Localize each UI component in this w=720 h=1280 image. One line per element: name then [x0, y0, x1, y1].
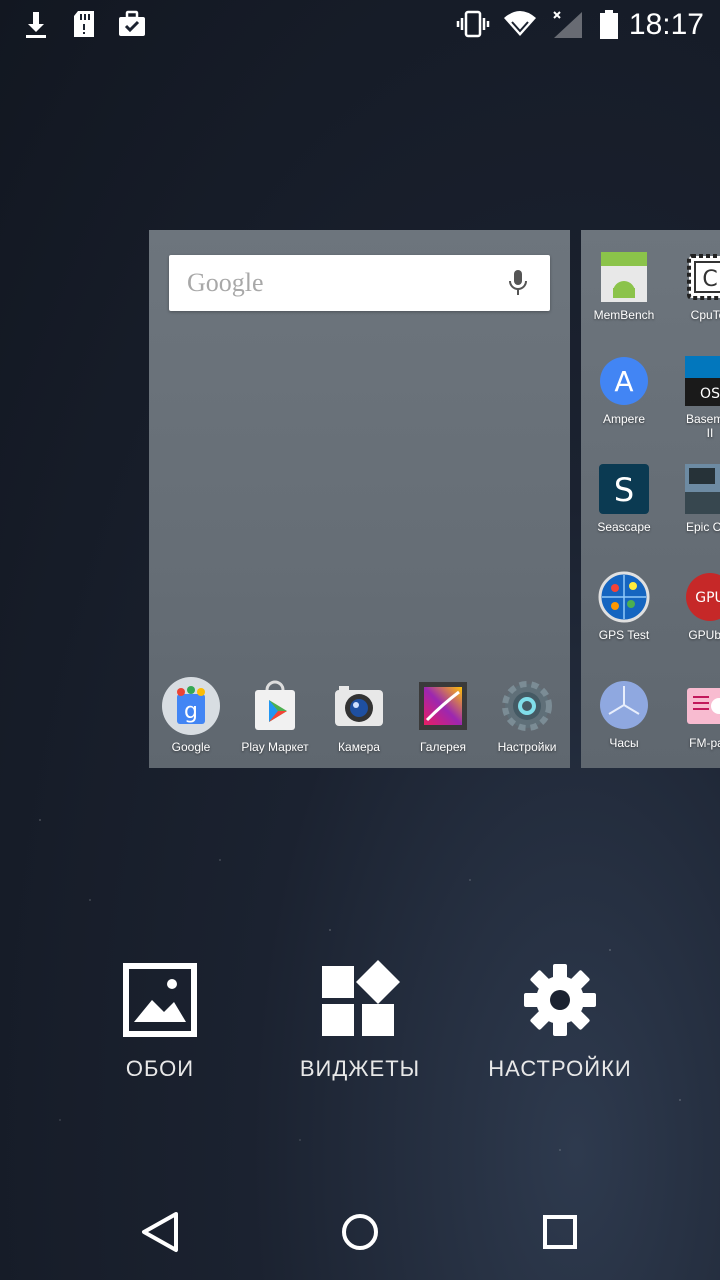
app-gps-test[interactable]: GPS Test	[581, 570, 667, 642]
widgets-label: ВИДЖЕТЫ	[299, 1056, 421, 1081]
home-icon[interactable]	[330, 1202, 390, 1262]
app-label: Часы	[609, 736, 639, 750]
status-bar: 18:17	[0, 0, 720, 50]
settings-icon	[497, 676, 557, 736]
widgets-option[interactable]: ВИДЖЕТЫ	[260, 960, 460, 1082]
app-membench[interactable]: MemBench	[581, 250, 667, 322]
dock-item-google[interactable]: g Google	[149, 670, 233, 754]
settings-option[interactable]: НАСТРОЙКИ	[460, 960, 660, 1082]
widgets-icon	[320, 960, 400, 1040]
clock-icon	[597, 678, 651, 732]
gps-test-icon	[597, 570, 651, 624]
app-clock[interactable]: Часы	[581, 678, 667, 750]
vibrate-icon	[456, 10, 490, 38]
gpubench-icon: GPU	[683, 570, 720, 624]
search-placeholder: Google	[187, 268, 264, 297]
app-label: Epic Cita	[685, 520, 720, 534]
wallpapers-label: ОБОИ	[125, 1056, 195, 1081]
settings-label: НАСТРОЙКИ	[488, 1056, 632, 1081]
download-icon	[26, 12, 46, 38]
app-label: Ampere	[602, 412, 646, 426]
dock-label: Настройки	[497, 740, 557, 754]
microphone-icon[interactable]	[508, 269, 528, 297]
dock-label: Play Маркет	[241, 740, 309, 754]
svg-text:OS: OS	[700, 386, 720, 402]
google-search-bar[interactable]: Google	[169, 255, 550, 311]
dock-item-play-store[interactable]: Play Маркет	[233, 670, 317, 754]
signal-icon	[553, 11, 582, 38]
apps-page-preview[interactable]: MemBench C CpuTer A Ampere OS Basem	[581, 230, 720, 768]
svg-text:C: C	[702, 267, 717, 292]
wifi-icon	[504, 11, 536, 36]
app-label: GPS Test	[598, 628, 650, 642]
gallery-icon	[413, 676, 473, 736]
svg-text:g: g	[184, 699, 198, 724]
sd-card-icon	[74, 11, 94, 37]
home-page-preview[interactable]: Google g Google Play Маркет Камера Галер…	[149, 230, 570, 768]
dock-item-gallery[interactable]: Галерея	[401, 670, 485, 754]
navigation-bar	[0, 1184, 720, 1280]
camera-icon	[329, 676, 389, 736]
app-epic-citadel[interactable]: Epic Cita	[667, 462, 720, 534]
wallpapers-option[interactable]: ОБОИ	[60, 960, 260, 1082]
battery-icon	[600, 10, 618, 39]
gear-icon	[520, 960, 600, 1040]
svg-text:S: S	[614, 471, 634, 509]
dock-item-camera[interactable]: Камера	[317, 670, 401, 754]
app-basemark[interactable]: OS Basemar II	[667, 354, 720, 440]
app-label: Basemar II	[685, 412, 720, 440]
svg-text:GPU: GPU	[695, 590, 720, 606]
dock: g Google Play Маркет Камера Галерея Наст…	[149, 670, 570, 760]
ampere-icon: A	[597, 354, 651, 408]
app-cputemp[interactable]: C CpuTer	[667, 250, 720, 322]
app-label: CpuTer	[690, 308, 720, 322]
wallpaper-icon	[120, 960, 200, 1040]
recents-icon[interactable]	[530, 1202, 590, 1262]
clock-time: 18:17	[628, 8, 704, 41]
app-ampere[interactable]: A Ampere	[581, 354, 667, 426]
back-icon[interactable]	[130, 1202, 190, 1262]
epic-citadel-icon	[683, 462, 720, 516]
briefcase-check-icon	[119, 10, 145, 36]
app-gpubench[interactable]: GPU GPUber	[667, 570, 720, 642]
membench-icon	[597, 250, 651, 304]
app-fm-radio[interactable]: FM-рад	[667, 678, 720, 750]
app-label: MemBench	[593, 308, 655, 322]
google-folder-icon: g	[161, 676, 221, 736]
app-label: Seascape	[597, 520, 651, 534]
basemark-icon: OS	[683, 354, 720, 408]
app-label: GPUber	[688, 628, 720, 642]
app-seascape[interactable]: S Seascape	[581, 462, 667, 534]
svg-text:A: A	[614, 365, 633, 398]
play-store-icon	[245, 676, 305, 736]
seascape-icon: S	[597, 462, 651, 516]
dock-label: Google	[171, 740, 211, 754]
app-label: FM-рад	[689, 736, 720, 750]
dock-label: Камера	[338, 740, 380, 754]
fm-radio-icon	[683, 678, 720, 732]
dock-label: Галерея	[419, 740, 467, 754]
dock-item-settings[interactable]: Настройки	[485, 670, 569, 754]
cputemp-icon: C	[683, 250, 720, 304]
